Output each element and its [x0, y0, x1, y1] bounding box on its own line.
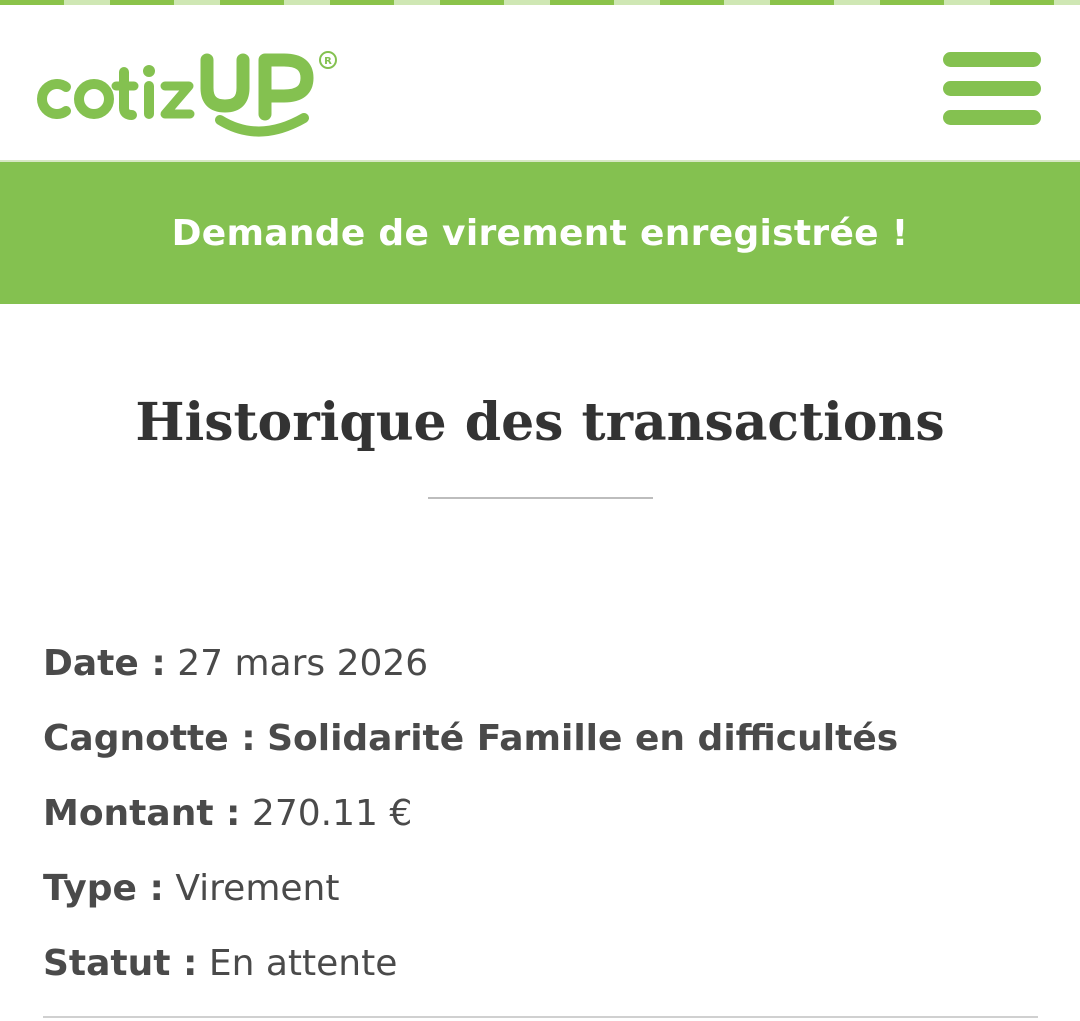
page-title: Historique des transactions	[135, 392, 945, 453]
montant-label: Montant :	[43, 793, 241, 834]
title-divider	[428, 497, 653, 499]
statut-row: Statut : En attente	[43, 932, 1043, 1007]
cotizup-logo[interactable]: R	[32, 38, 352, 138]
top-decorative-stripe	[0, 0, 1080, 8]
hamburger-menu-icon[interactable]	[938, 50, 1048, 126]
statut-label: Statut :	[43, 943, 198, 984]
cagnotte-value: Solidarité Famille en difficultés	[267, 718, 899, 759]
svg-text:R: R	[324, 56, 332, 67]
cagnotte-label: Cagnotte :	[43, 718, 256, 759]
date-label: Date :	[43, 643, 166, 684]
montant-row: Montant : 270.11 €	[43, 782, 1043, 857]
transaction-divider	[43, 1016, 1038, 1018]
menu-bar-top	[943, 52, 1041, 67]
type-label: Type :	[43, 868, 164, 909]
date-row: Date : 27 mars 2026	[43, 632, 1043, 707]
logo-graphic: R	[37, 51, 337, 137]
menu-bar-bottom	[943, 110, 1041, 125]
type-row: Type : Virement	[43, 857, 1043, 932]
statut-value: En attente	[208, 943, 398, 984]
date-value: 27 mars 2026	[177, 643, 429, 684]
cagnotte-row: Cagnotte : Solidarité Famille en difficu…	[43, 707, 1043, 782]
transaction-details: Date : 27 mars 2026 Cagnotte : Solidarit…	[43, 632, 1043, 1007]
menu-bar-middle	[943, 81, 1041, 96]
success-banner: Demande de virement enregistrée !	[0, 160, 1080, 304]
montant-value: 270.11 €	[251, 793, 413, 834]
type-value: Virement	[175, 868, 340, 909]
site-header: R	[0, 8, 1080, 160]
banner-message: Demande de virement enregistrée !	[171, 212, 909, 254]
